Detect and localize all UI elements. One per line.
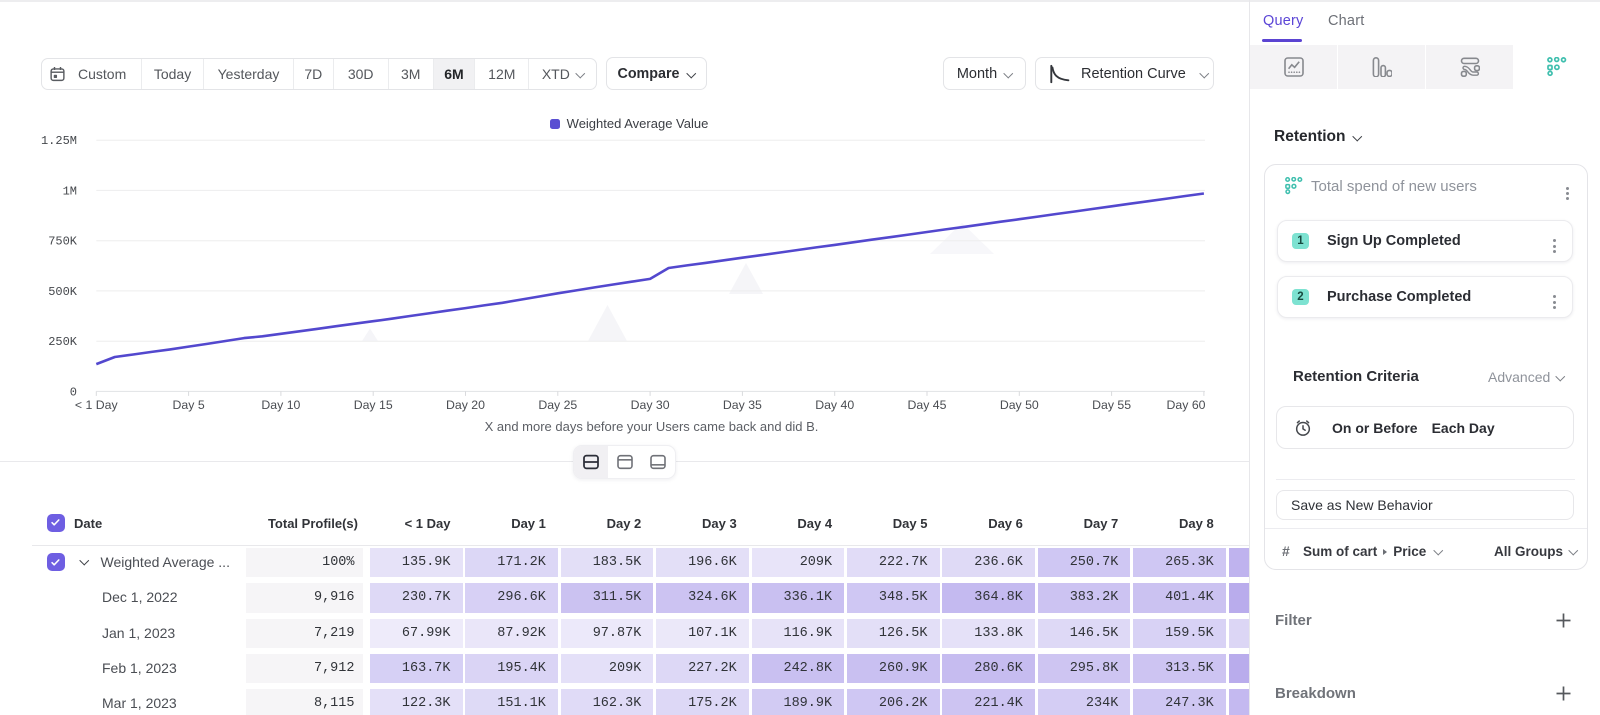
svg-text:Day 30: Day 30 [631, 398, 670, 412]
svg-text:Day 60: Day 60 [1167, 398, 1206, 412]
svg-text:250K: 250K [48, 335, 78, 349]
svg-text:Day 10: Day 10 [261, 398, 300, 412]
svg-text:Day 5: Day 5 [173, 398, 205, 412]
svg-text:Day 25: Day 25 [538, 398, 577, 412]
svg-text:Day 35: Day 35 [723, 398, 762, 412]
svg-text:Day 50: Day 50 [1000, 398, 1039, 412]
svg-text:750K: 750K [48, 235, 78, 249]
svg-text:Day 55: Day 55 [1092, 398, 1131, 412]
svg-text:Day 45: Day 45 [908, 398, 947, 412]
svg-text:1.25M: 1.25M [41, 134, 77, 148]
svg-text:1M: 1M [63, 184, 77, 198]
svg-text:500K: 500K [48, 285, 78, 299]
svg-text:< 1 Day: < 1 Day [75, 398, 119, 412]
svg-text:Day 20: Day 20 [446, 398, 485, 412]
svg-text:Day 40: Day 40 [815, 398, 854, 412]
svg-text:Day 15: Day 15 [354, 398, 393, 412]
